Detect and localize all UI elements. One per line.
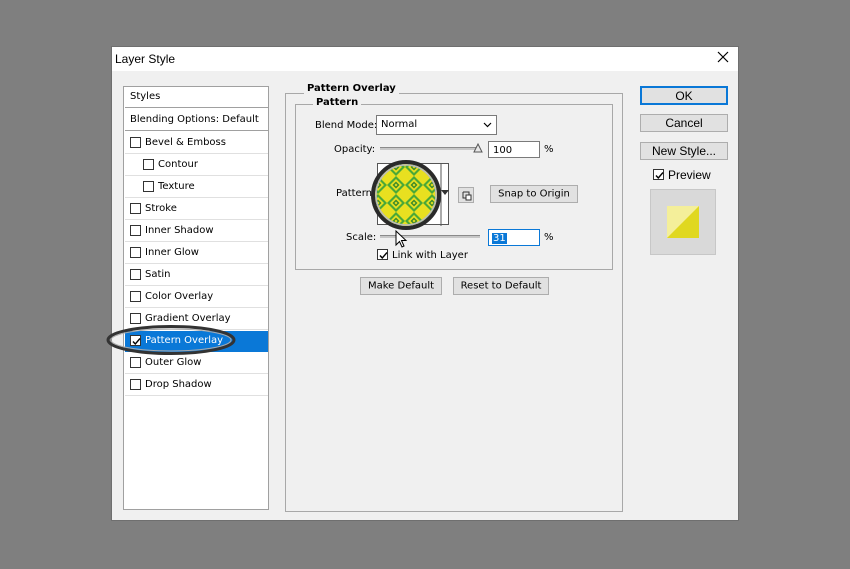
pattern-magnifier-icon (371, 160, 441, 230)
list-item-drop-shadow[interactable]: Drop Shadow (125, 375, 268, 396)
checkbox[interactable] (143, 181, 154, 192)
close-icon[interactable] (716, 50, 730, 64)
link-with-layer-label: Link with Layer (392, 250, 468, 261)
scale-unit: % (544, 232, 554, 243)
preview-swatch (667, 206, 699, 238)
list-item-texture[interactable]: Texture (125, 177, 268, 198)
opacity-label: Opacity: (334, 144, 376, 155)
checkbox[interactable] (130, 379, 141, 390)
snap-to-origin-button[interactable]: Snap to Origin (490, 185, 578, 203)
checkbox[interactable] (130, 225, 141, 236)
layer-style-dialog: Layer Style Styles Blending Options: Def… (106, 46, 739, 521)
checkbox[interactable] (130, 137, 141, 148)
list-item-stroke[interactable]: Stroke (125, 199, 268, 220)
list-item-bevel-emboss[interactable]: Bevel & Emboss (125, 133, 268, 154)
title-bar[interactable]: Layer Style (112, 47, 738, 71)
list-item-contour[interactable]: Contour (125, 155, 268, 176)
make-default-button[interactable]: Make Default (360, 277, 442, 295)
scale-label: Scale: (346, 232, 377, 243)
chevron-down-icon (483, 122, 492, 128)
dialog-title: Layer Style (115, 52, 176, 66)
preview-checkbox[interactable] (653, 169, 664, 180)
blend-mode-select[interactable]: Normal (376, 115, 497, 135)
new-preset-icon (462, 191, 472, 201)
scale-input[interactable]: 31 (488, 229, 540, 246)
blend-mode-label: Blend Mode: (315, 120, 378, 131)
list-item-inner-glow[interactable]: Inner Glow (125, 243, 268, 264)
reset-to-default-button[interactable]: Reset to Default (453, 277, 549, 295)
list-item-inner-shadow[interactable]: Inner Shadow (125, 221, 268, 242)
mouse-cursor-icon (395, 230, 408, 248)
opacity-input[interactable]: 100 (488, 141, 540, 158)
blending-options-item[interactable]: Blending Options: Default (125, 110, 268, 131)
checkbox[interactable] (130, 357, 141, 368)
checkmark-icon (379, 252, 388, 260)
pattern-overlay-label: Pattern Overlay (304, 83, 399, 94)
styles-list: Styles Blending Options: Default Bevel &… (123, 86, 269, 510)
checkmark-icon (655, 172, 664, 180)
opacity-slider-handle[interactable] (473, 143, 483, 153)
pattern-group-label: Pattern (313, 97, 362, 108)
checkbox[interactable] (130, 269, 141, 280)
new-style-button[interactable]: New Style... (640, 142, 728, 160)
checkbox[interactable] (130, 247, 141, 258)
list-item-satin[interactable]: Satin (125, 265, 268, 286)
opacity-unit: % (544, 144, 554, 155)
preview-label: Preview (668, 168, 711, 182)
checkbox[interactable] (130, 291, 141, 302)
list-item-color-overlay[interactable]: Color Overlay (125, 287, 268, 308)
ok-button[interactable]: OK (640, 86, 728, 105)
styles-header[interactable]: Styles (125, 87, 268, 108)
pattern-label: Pattern (336, 188, 372, 199)
checkbox[interactable] (143, 159, 154, 170)
style-preview (650, 189, 716, 255)
checkbox[interactable] (130, 203, 141, 214)
annotation-ellipse (106, 325, 236, 355)
cancel-button[interactable]: Cancel (640, 114, 728, 132)
new-preset-button[interactable] (458, 187, 474, 203)
link-with-layer-checkbox[interactable] (377, 249, 388, 260)
opacity-slider[interactable] (380, 147, 480, 150)
